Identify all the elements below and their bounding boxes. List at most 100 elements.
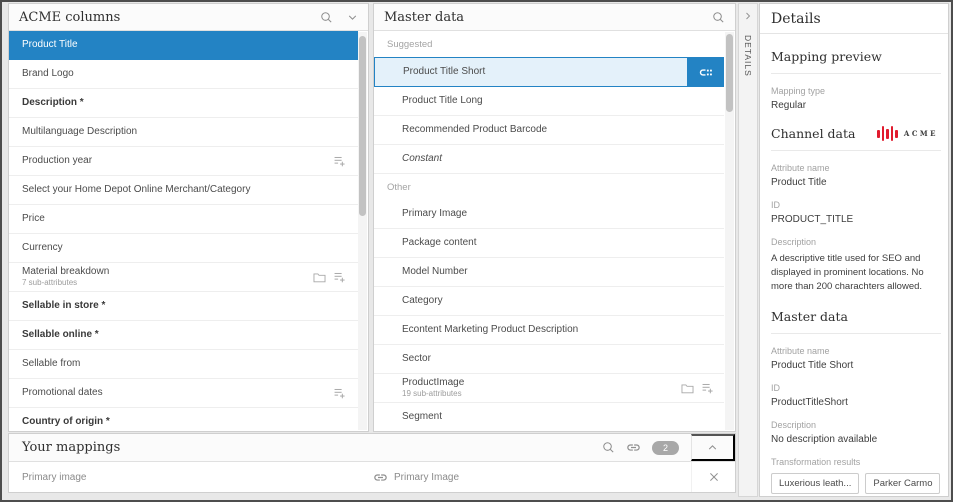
map-link-icon	[697, 64, 714, 81]
transformation-chip: Parker Carmo	[865, 473, 940, 494]
master-data-heading: Master data	[771, 309, 941, 334]
acme-column-row[interactable]: Brand Logo	[9, 60, 358, 89]
acme-column-row[interactable]: Price	[9, 205, 358, 234]
row-texts: Product Title Short	[403, 66, 485, 79]
row-label: Sellable online *	[22, 329, 99, 342]
row-texts: Sellable in store *	[22, 300, 105, 313]
transform-add-icon[interactable]	[333, 155, 346, 167]
row-label: Package content	[402, 237, 477, 250]
details-panel: Details Mapping preview Mapping type Reg…	[759, 3, 949, 497]
master-data-row[interactable]: Product Title Long	[374, 87, 724, 116]
close-icon	[708, 471, 720, 483]
row-label: Segment	[402, 411, 442, 424]
master-data-title: Master data	[384, 10, 464, 25]
row-texts: Primary Image	[402, 208, 467, 221]
acme-logo-text: ACME	[904, 129, 938, 138]
acme-column-row[interactable]: Country of origin *	[9, 408, 358, 432]
row-icons	[333, 155, 346, 167]
master-data-row[interactable]: Segment	[374, 403, 724, 432]
your-mappings-title: Your mappings	[22, 440, 120, 455]
row-texts: Econtent Marketing Product Description	[402, 324, 578, 337]
acme-column-row[interactable]: Product Title	[9, 31, 358, 60]
master-data-row[interactable]: Constant	[374, 145, 724, 174]
group-label: Suggested	[374, 31, 724, 57]
details-panel-title: Details	[760, 4, 948, 34]
row-label: Promotional dates	[22, 387, 103, 400]
acme-column-row[interactable]: Sellable online *	[9, 321, 358, 350]
row-label: Category	[402, 295, 443, 308]
master-description-text: No description available	[771, 434, 941, 445]
channel-id-label: ID	[771, 200, 941, 210]
master-data-list: Suggested Product Title Short Product Titl…	[374, 31, 735, 432]
row-label: Product Title Long	[402, 95, 483, 108]
master-id-value: ProductTitleShort	[771, 397, 941, 408]
mapping-app-window: ACME columns Product Title Brand Logo Desc…	[0, 0, 953, 502]
row-texts: Currency	[22, 242, 63, 255]
master-data-row[interactable]: Model Number	[374, 258, 724, 287]
acme-column-row[interactable]: Multilanguage Description	[9, 118, 358, 147]
acme-columns-title: ACME columns	[19, 10, 120, 25]
acme-column-row[interactable]: Sellable in store *	[9, 292, 358, 321]
map-action-button[interactable]	[687, 57, 724, 87]
middle-scrollbar[interactable]	[725, 32, 734, 430]
transform-add-icon[interactable]	[701, 382, 714, 394]
link-icon	[373, 470, 388, 485]
master-data-row[interactable]: Econtent Marketing Product Description	[374, 316, 724, 345]
mapping-count-badge: 2	[652, 441, 679, 455]
acme-column-row[interactable]: Sellable from	[9, 350, 358, 379]
transformation-chips: Luxerious leath...Parker Carmo	[771, 473, 941, 494]
row-texts: Promotional dates	[22, 387, 103, 400]
row-label: Constant	[402, 153, 442, 166]
your-mappings-panel: Your mappings 2 Primary imagePrimary Ima…	[8, 433, 736, 493]
acme-logo: ACME	[877, 126, 941, 141]
transform-add-icon[interactable]	[333, 387, 346, 399]
chevron-up-icon[interactable]	[691, 434, 735, 461]
row-label: Sellable in store *	[22, 300, 105, 313]
master-data-row[interactable]: ProductImage19 sub-attributes	[374, 374, 724, 403]
row-texts: Recommended Product Barcode	[402, 124, 547, 137]
row-texts: Model Number	[402, 266, 468, 279]
row-texts: Price	[22, 213, 45, 226]
search-icon[interactable]	[320, 11, 333, 24]
row-icons	[681, 382, 714, 394]
row-label: Material breakdown	[22, 266, 109, 279]
master-data-row[interactable]: Primary Image	[374, 200, 724, 229]
acme-column-row[interactable]: Description *	[9, 89, 358, 118]
row-texts: Country of origin *	[22, 416, 110, 429]
row-label: Sector	[402, 353, 431, 366]
chevron-down-icon[interactable]	[347, 12, 358, 23]
acme-column-row[interactable]: Production year	[9, 147, 358, 176]
remove-mapping-button[interactable]	[691, 462, 735, 492]
master-data-row[interactable]: Recommended Product Barcode	[374, 116, 724, 145]
master-data-row[interactable]: Product Title Short	[374, 57, 724, 87]
row-label: Description *	[22, 97, 84, 110]
master-data-row[interactable]: Category	[374, 287, 724, 316]
acme-logo-icon	[877, 126, 898, 141]
row-label: Select your Home Depot Online Merchant/C…	[22, 184, 250, 197]
row-texts: Description *	[22, 97, 84, 110]
row-label: Country of origin *	[22, 416, 110, 429]
acme-column-row[interactable]: Material breakdown7 sub-attributes	[9, 263, 358, 292]
chevron-right-icon[interactable]	[743, 11, 753, 21]
middle-scrollbar-thumb[interactable]	[726, 34, 733, 112]
row-label: Brand Logo	[22, 68, 74, 81]
row-texts: Material breakdown7 sub-attributes	[22, 266, 109, 289]
your-mappings-list: Primary imagePrimary Image	[9, 462, 735, 493]
details-collapse-strip[interactable]: DETAILS	[738, 3, 758, 497]
left-scrollbar[interactable]	[358, 32, 367, 430]
master-data-row[interactable]: Package content	[374, 229, 724, 258]
row-texts: Product Title Long	[402, 95, 483, 108]
transform-add-icon[interactable]	[333, 271, 346, 283]
acme-column-row[interactable]: Promotional dates	[9, 379, 358, 408]
mapping-row: Primary imagePrimary Image	[9, 462, 735, 493]
search-icon[interactable]	[602, 441, 615, 454]
master-data-panel: Master data Suggested Product Title Short…	[373, 3, 736, 432]
acme-column-row[interactable]: Select your Home Depot Online Merchant/C…	[9, 176, 358, 205]
row-label: Multilanguage Description	[22, 126, 137, 139]
master-data-row[interactable]: Sector	[374, 345, 724, 374]
acme-column-row[interactable]: Currency	[9, 234, 358, 263]
master-attribute-name-label: Attribute name	[771, 346, 941, 356]
search-icon[interactable]	[712, 11, 725, 24]
row-label: Recommended Product Barcode	[402, 124, 547, 137]
left-scrollbar-thumb[interactable]	[359, 36, 366, 216]
